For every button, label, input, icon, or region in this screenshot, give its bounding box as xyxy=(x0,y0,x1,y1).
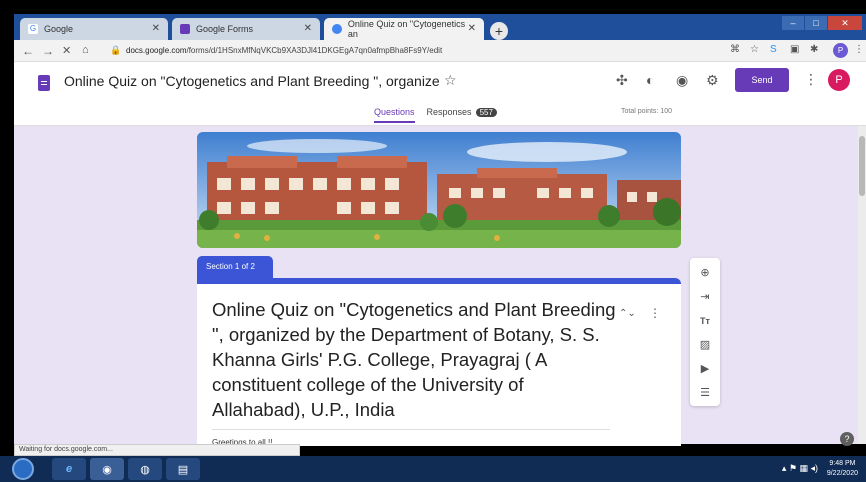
close-tab-icon[interactable]: ✕ xyxy=(152,23,160,34)
title-underline xyxy=(212,429,610,430)
form-tabs: Questions Responses 557 xyxy=(374,107,509,123)
page-scrollbar[interactable] xyxy=(858,126,866,444)
stop-loading-icon[interactable]: ✕ xyxy=(62,44,71,57)
window-close-icon[interactable]: ✕ xyxy=(828,16,862,30)
system-tray-icons[interactable]: ▴ ⚑ ▦ ◂) xyxy=(782,463,818,474)
add-video-icon[interactable]: ▶ xyxy=(698,362,712,376)
responses-count-badge: 557 xyxy=(475,108,497,117)
forms-doc-icon[interactable] xyxy=(38,75,50,91)
add-question-icon[interactable]: ⊕ xyxy=(698,266,712,280)
palette-icon[interactable]: ◐ xyxy=(646,72,654,88)
address-bar: ← → ✕ ⌂ 🔒 docs.google.com/forms/d/1HSnxM… xyxy=(14,40,866,62)
minimize-icon[interactable]: – xyxy=(782,16,804,30)
preview-eye-icon[interactable]: ◉ xyxy=(676,72,688,89)
forward-icon[interactable]: → xyxy=(42,44,54,58)
new-tab-button[interactable]: + xyxy=(490,22,508,40)
browser-tab-google-forms[interactable]: Google Forms ✕ xyxy=(172,18,320,40)
forms-page: Online Quiz on "Cytogenetics and Plant B… xyxy=(14,62,866,447)
browser-tab-strip: G Google ✕ Google Forms ✕ Online Quiz on… xyxy=(14,14,866,40)
translate-icon[interactable]: ⌘ xyxy=(730,44,740,55)
browser-tab-google[interactable]: G Google ✕ xyxy=(20,18,168,40)
clock-date: 9/22/2020 xyxy=(826,470,858,477)
home-icon[interactable]: ⌂ xyxy=(82,44,89,56)
tab-questions[interactable]: Questions xyxy=(374,107,415,123)
taskbar-clock[interactable]: 9:48 PM 9/22/2020 xyxy=(827,459,858,479)
browser-tab-label: Online Quiz on "Cytogenetics an xyxy=(347,19,466,39)
forms-favicon-icon xyxy=(180,24,190,34)
add-section-icon[interactable]: ☰ xyxy=(698,386,712,400)
add-image-icon[interactable]: ▨ xyxy=(698,338,712,352)
url-field[interactable]: docs.google.com/forms/d/1HSnxMfNqVKCb9XA… xyxy=(126,46,442,55)
section-label: Section 1 of 2 xyxy=(197,256,273,278)
windows-taskbar: e ◉ ◍ ▤ ▴ ⚑ ▦ ◂) 9:48 PM 9/22/2020 xyxy=(0,456,866,482)
header-image xyxy=(197,132,681,248)
forms-favicon-icon xyxy=(332,24,342,34)
collapse-section-icon[interactable]: ⌃⌄ xyxy=(619,308,636,319)
addons-puzzle-icon[interactable]: ✣ xyxy=(616,72,628,89)
close-tab-icon[interactable]: ✕ xyxy=(468,23,476,34)
media-player-icon[interactable]: ◍ xyxy=(128,458,162,480)
google-favicon-icon: G xyxy=(28,24,38,34)
extensions-puzzle-icon[interactable]: ✱ xyxy=(810,44,818,55)
total-points: Total points: 100 xyxy=(621,108,672,115)
close-tab-icon[interactable]: ✕ xyxy=(304,23,312,34)
form-title[interactable]: Online Quiz on "Cytogenetics and Plant B… xyxy=(64,73,440,89)
browser-status-bar: Waiting for docs.google.com... xyxy=(14,444,300,456)
more-options-icon[interactable]: ⋮ xyxy=(804,71,818,88)
lock-icon: 🔒 xyxy=(110,45,122,55)
back-icon[interactable]: ← xyxy=(22,44,34,58)
url-host: docs.google.com xyxy=(126,46,187,55)
clock-time: 9:48 PM xyxy=(829,460,856,467)
section-more-icon[interactable]: ⋮ xyxy=(649,306,661,320)
tab-responses-label: Responses xyxy=(426,107,472,117)
section-card[interactable]: Online Quiz on "Cytogenetics and Plant B… xyxy=(197,278,681,447)
browser-profile-avatar[interactable]: P xyxy=(833,43,848,58)
screen: G Google ✕ Google Forms ✕ Online Quiz on… xyxy=(0,0,866,482)
browser-tab-label: Google Forms xyxy=(196,24,254,34)
extension-s-icon[interactable]: S xyxy=(770,44,777,55)
extension-icon[interactable]: ▣ xyxy=(790,44,799,55)
import-questions-icon[interactable]: ⇥ xyxy=(698,290,712,304)
maximize-icon[interactable]: □ xyxy=(805,16,827,30)
question-toolbar: ⊕ ⇥ Tт ▨ ▶ ☰ xyxy=(690,258,720,406)
forms-app-bar: Online Quiz on "Cytogenetics and Plant B… xyxy=(14,62,866,126)
browser-menu-icon[interactable]: ⋮ xyxy=(854,44,864,55)
account-avatar[interactable]: P xyxy=(828,69,850,91)
window-controls: – □ ✕ xyxy=(781,16,862,32)
settings-gear-icon[interactable]: ⚙ xyxy=(706,72,719,89)
url-path: /forms/d/1HSnxMfNqVKCb9XA3DJl41DKGEgA7qn… xyxy=(186,46,443,55)
send-button[interactable]: Send xyxy=(735,68,789,92)
browser-tab-quiz[interactable]: Online Quiz on "Cytogenetics an ✕ xyxy=(324,18,484,40)
star-icon[interactable]: ☆ xyxy=(444,72,457,89)
scrollbar-thumb[interactable] xyxy=(859,136,865,196)
app-window-icon[interactable]: ▤ xyxy=(166,458,200,480)
add-title-icon[interactable]: Tт xyxy=(698,314,712,328)
start-button[interactable] xyxy=(12,458,34,480)
section-title[interactable]: Online Quiz on "Cytogenetics and Plant B… xyxy=(212,297,620,422)
bookmark-star-icon[interactable]: ☆ xyxy=(750,44,759,55)
help-icon[interactable]: ? xyxy=(840,432,854,446)
tab-responses[interactable]: Responses 557 xyxy=(427,107,497,123)
internet-explorer-icon[interactable]: e xyxy=(52,458,86,480)
college-building-illustration xyxy=(197,132,681,248)
browser-tab-label: Google xyxy=(44,24,74,34)
chrome-taskbar-icon[interactable]: ◉ xyxy=(90,458,124,480)
